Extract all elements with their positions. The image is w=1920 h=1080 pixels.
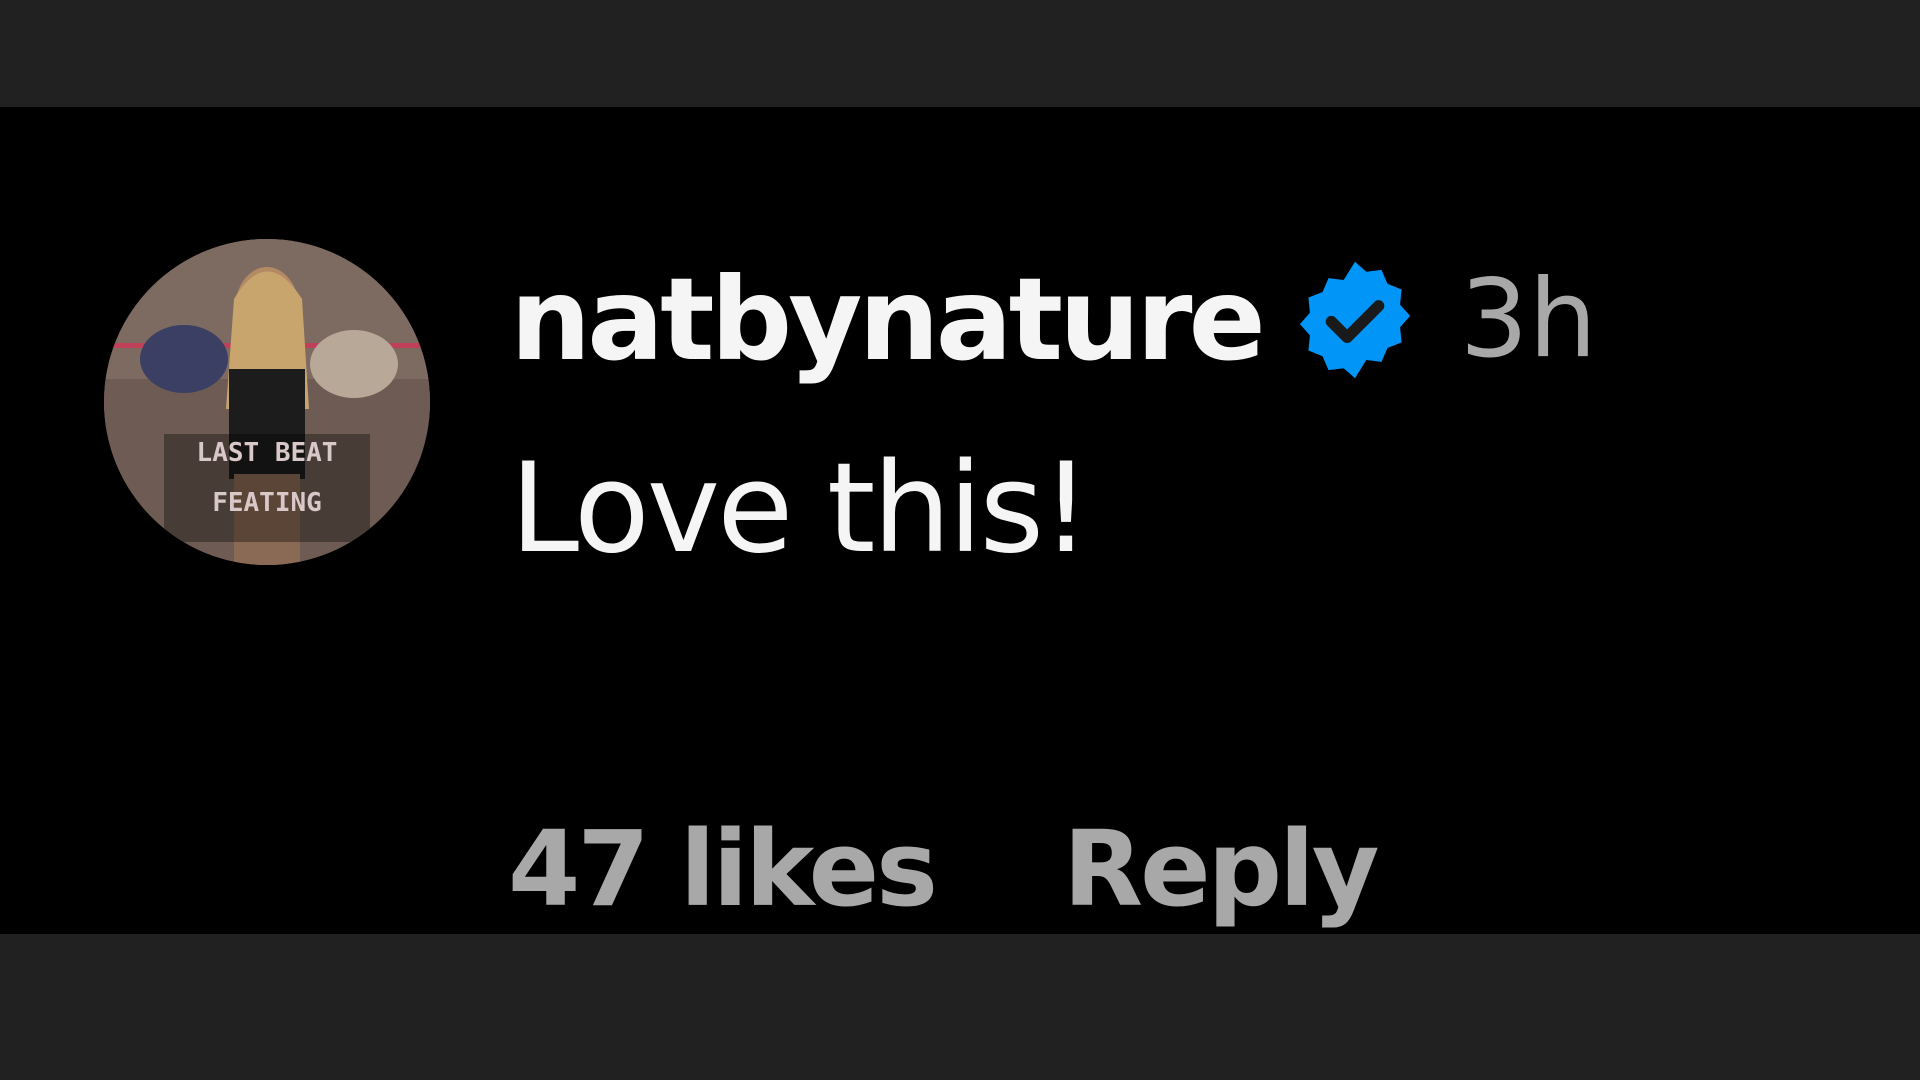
verified-badge-icon: [1292, 257, 1418, 383]
likes-count[interactable]: 47 likes: [508, 817, 938, 921]
timestamp[interactable]: 3h: [1460, 266, 1597, 374]
avatar-text-line1: LAST BEAT: [197, 438, 338, 468]
letterbox-bottom: [0, 934, 1920, 1080]
comment-panel: LAST BEAT FEATING natbynature 3h Love th…: [0, 107, 1920, 934]
comment-header: natbynature 3h: [510, 255, 1597, 385]
letterbox-top: [0, 0, 1920, 107]
comment-text: Love this!: [510, 437, 1091, 581]
avatar-text-line2: FEATING: [212, 488, 322, 518]
avatar[interactable]: LAST BEAT FEATING: [104, 239, 430, 565]
reply-button[interactable]: Reply: [1063, 817, 1380, 921]
username-link[interactable]: natbynature: [510, 263, 1266, 377]
avatar-image: LAST BEAT FEATING: [104, 239, 430, 565]
comment-actions: 47 likes Reply: [508, 817, 1380, 921]
